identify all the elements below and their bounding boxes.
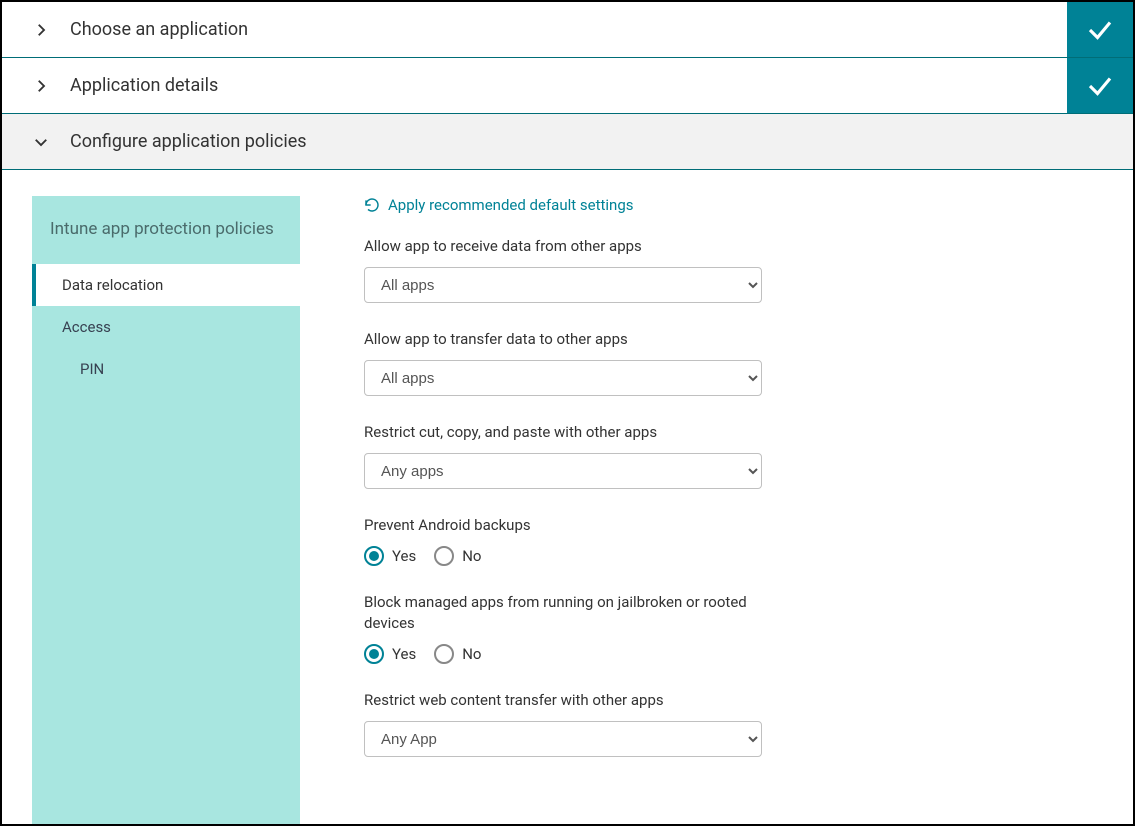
sidebar-item-label: PIN — [80, 360, 104, 378]
accordion-header[interactable]: Configure application policies — [2, 114, 1133, 169]
sidebar-item-label: Data relocation — [62, 276, 163, 294]
accordion-header[interactable]: Application details — [2, 58, 1067, 113]
restrict-ccp-select[interactable]: Any apps — [364, 453, 762, 489]
sidebar-item-data-relocation[interactable]: Data relocation — [32, 264, 300, 306]
field-prevent-backup: Prevent Android backups Yes No — [364, 515, 1083, 566]
radio-yes[interactable]: Yes — [364, 644, 416, 664]
radio-no[interactable]: No — [434, 644, 481, 664]
sidebar-item-label: Access — [62, 318, 111, 336]
apply-defaults-label: Apply recommended default settings — [388, 196, 633, 214]
check-icon — [1085, 71, 1115, 101]
radio-label: No — [462, 547, 481, 565]
restrict-web-select[interactable]: Any App — [364, 721, 762, 757]
field-label: Restrict cut, copy, and paste with other… — [364, 422, 764, 443]
field-restrict-ccp: Restrict cut, copy, and paste with other… — [364, 422, 1083, 489]
field-block-jailbroken: Block managed apps from running on jailb… — [364, 592, 1083, 664]
step-complete-badge — [1067, 58, 1133, 113]
radio-circle-icon — [364, 546, 384, 566]
radio-circle-icon — [434, 644, 454, 664]
field-restrict-web: Restrict web content transfer with other… — [364, 690, 1083, 757]
radio-label: Yes — [392, 645, 416, 663]
apply-defaults-link[interactable]: Apply recommended default settings — [364, 196, 633, 214]
accordion-title: Application details — [70, 75, 218, 96]
step-complete-badge — [1067, 2, 1133, 57]
sidebar-title: Intune app protection policies — [32, 196, 300, 264]
policy-form: Apply recommended default settings Allow… — [300, 196, 1103, 824]
wizard-container: Choose an application Application detail… — [0, 0, 1135, 826]
sidebar-item-access[interactable]: Access — [32, 306, 300, 348]
radio-label: No — [462, 645, 481, 663]
field-transfer-data: Allow app to transfer data to other apps… — [364, 329, 1083, 396]
accordion-step-choose-application[interactable]: Choose an application — [2, 2, 1133, 58]
radio-circle-icon — [364, 644, 384, 664]
accordion-step-configure-policies[interactable]: Configure application policies — [2, 114, 1133, 170]
field-label: Block managed apps from running on jailb… — [364, 592, 764, 634]
radio-circle-icon — [434, 546, 454, 566]
field-label: Allow app to receive data from other app… — [364, 236, 764, 257]
radio-yes[interactable]: Yes — [364, 546, 416, 566]
sidebar-item-pin[interactable]: PIN — [32, 348, 300, 390]
field-label: Prevent Android backups — [364, 515, 764, 536]
check-icon — [1085, 15, 1115, 45]
accordion-header[interactable]: Choose an application — [2, 2, 1067, 57]
field-label: Restrict web content transfer with other… — [364, 690, 764, 711]
block-jailbroken-radio-group: Yes No — [364, 644, 1083, 664]
chevron-right-icon — [32, 77, 50, 95]
accordion-title: Configure application policies — [70, 131, 307, 152]
refresh-icon — [364, 197, 380, 213]
field-receive-data: Allow app to receive data from other app… — [364, 236, 1083, 303]
radio-label: Yes — [392, 547, 416, 565]
radio-no[interactable]: No — [434, 546, 481, 566]
chevron-right-icon — [32, 21, 50, 39]
field-label: Allow app to transfer data to other apps — [364, 329, 764, 350]
policy-sidebar: Intune app protection policies Data relo… — [32, 196, 300, 824]
receive-data-select[interactable]: All apps — [364, 267, 762, 303]
accordion-step-application-details[interactable]: Application details — [2, 58, 1133, 114]
prevent-backup-radio-group: Yes No — [364, 546, 1083, 566]
chevron-down-icon — [32, 133, 50, 151]
accordion-title: Choose an application — [70, 19, 248, 40]
transfer-data-select[interactable]: All apps — [364, 360, 762, 396]
policy-content-area: Intune app protection policies Data relo… — [2, 170, 1133, 824]
